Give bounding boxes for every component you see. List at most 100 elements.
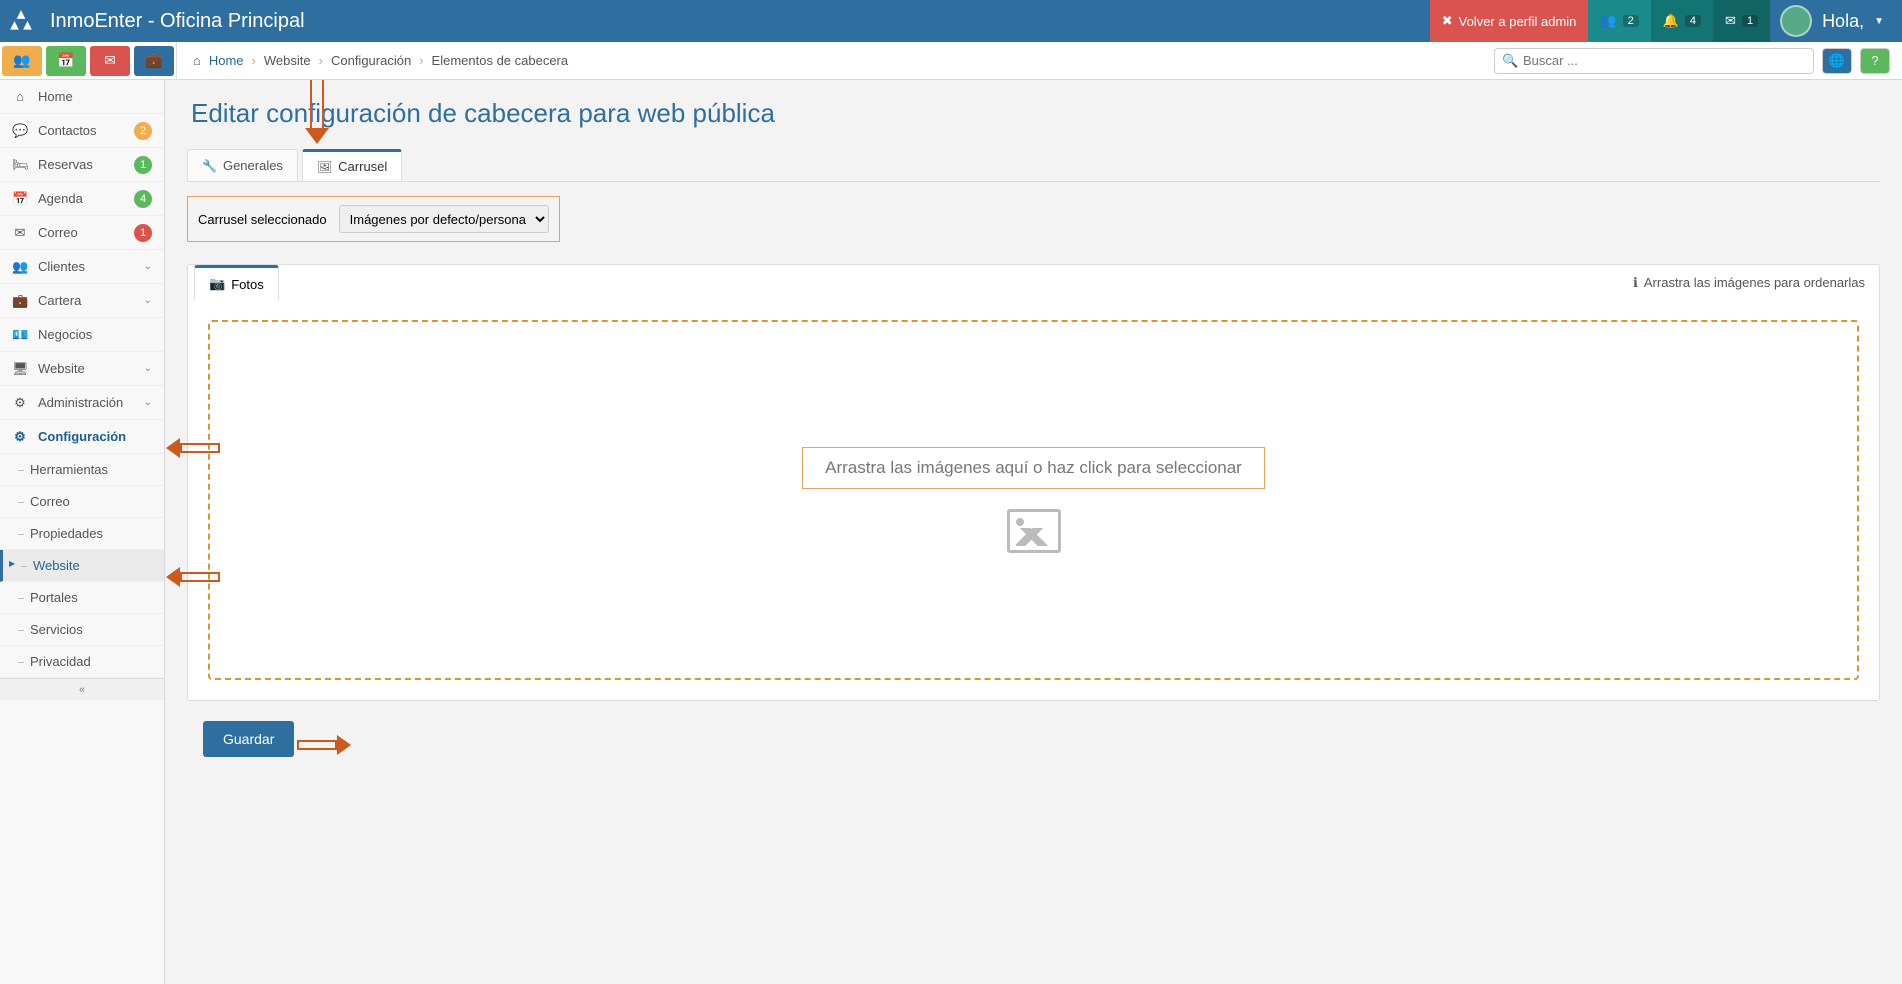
save-button[interactable]: Guardar [203,721,294,757]
user-greeting: Hola, [1822,11,1864,32]
sidebar-item-admin[interactable]: ⚙Administración⌄ [0,386,164,420]
breadcrumb-current: Elementos de cabecera [432,53,569,68]
sidebar-sub-label: Website [33,558,80,573]
quick-buttons: 👥 📅 ✉ 💼 [0,42,176,80]
sidebar-item-label: Administración [38,395,134,410]
breadcrumb-website: Website [264,53,311,68]
sidebar-sub-label: Propiedades [30,526,103,541]
user-menu[interactable]: Hola, ▼ [1770,5,1902,37]
tab-label: Carrusel [338,159,387,174]
sidebar-item-negocios[interactable]: 💶 Negocios [0,318,164,352]
sidebar-item-agenda[interactable]: 📅Agenda4 [0,182,164,216]
money-icon: 💶 [12,327,28,343]
back-to-admin-label: Volver a perfil admin [1459,14,1577,29]
image-placeholder-icon [1007,509,1061,553]
quick-users-button[interactable]: 👥 [2,46,42,76]
fotos-tab[interactable]: 📷 Fotos [194,265,279,300]
carousel-selector-row: Carrusel seleccionado Imágenes por defec… [187,196,560,242]
mail-icon: ✉ [12,225,28,241]
close-icon: ✖ [1442,13,1453,29]
help-button[interactable]: ? [1860,48,1890,74]
sidebar-sub-portales[interactable]: Portales [0,582,164,614]
badge: 1 [134,224,152,242]
chevron-down-icon: ▼ [1874,16,1884,27]
breadcrumb-config: Configuración [331,53,411,68]
home-icon: ⌂ [12,89,28,104]
users-icon: 👥 [12,259,28,275]
sidebar-item-cartera[interactable]: 💼Cartera⌄ [0,284,164,318]
tab-label: Fotos [231,277,264,292]
topbar: InmoEnter - Oficina Principal ✖ Volver a… [0,0,1902,42]
camera-icon: 📷 [209,276,225,292]
sidebar-item-label: Website [38,361,134,376]
dropzone-text: Arrastra las imágenes aquí o haz click p… [802,447,1265,489]
badge: 1 [134,156,152,174]
sidebar-item-home[interactable]: ⌂Home [0,80,164,114]
mail-icon: ✉ [1725,13,1736,29]
chat-icon: 💬 [12,123,28,139]
wrench-icon: 🔧 [202,159,217,173]
calendar-icon: 📅 [57,52,74,69]
sidebar-item-label: Agenda [38,191,124,206]
topbar-users-button[interactable]: 👥 2 [1588,0,1650,42]
back-to-admin-button[interactable]: ✖ Volver a perfil admin [1430,0,1589,42]
topbar-notifications-button[interactable]: 🔔 4 [1651,0,1713,42]
sidebar-item-reservas[interactable]: 🛏 Reservas 1 [0,148,164,182]
briefcase-icon: 💼 [12,293,28,309]
sidebar-sub-herramientas[interactable]: Herramientas [0,454,164,486]
monitor-icon: 🖥 [12,361,28,377]
topbar-mail-button[interactable]: ✉ 1 [1713,0,1770,42]
help-icon: ? [1871,53,1878,68]
app-logo [0,0,42,42]
sidebar: ⌂Home 💬Contactos2 🛏Reservas1 📅Agenda4 ✉C… [0,80,165,984]
sidebar-sub-servicios[interactable]: Servicios [0,614,164,646]
image-icon: 🖼 [317,160,332,174]
breadcrumb-home[interactable]: Home [209,53,244,68]
gear-icon: ⚙ [12,429,28,445]
sidebar-item-clientes[interactable]: 👥 Clientes ⌄ [0,250,164,284]
sidebar-sub-website[interactable]: Website [0,550,164,582]
mail-icon: ✉ [104,52,116,69]
sidebar-item-label: Cartera [38,293,134,308]
sidebar-item-label: Clientes [38,259,134,274]
main-content: Editar configuración de cabecera para we… [165,80,1902,984]
sidebar-item-correo[interactable]: ✉Correo1 [0,216,164,250]
sidebar-item-contactos[interactable]: 💬Contactos2 [0,114,164,148]
info-icon: ℹ [1633,275,1638,291]
search-icon: 🔍 [1502,53,1518,69]
quick-calendar-button[interactable]: 📅 [46,46,86,76]
users-badge: 2 [1623,15,1639,27]
sidebar-item-configuracion[interactable]: ⚙Configuración [0,420,164,454]
sidebar-item-label: Negocios [38,327,152,342]
sidebar-sub-correo[interactable]: Correo [0,486,164,518]
page-title: Editar configuración de cabecera para we… [191,98,1880,129]
quick-mail-button[interactable]: ✉ [90,46,130,76]
badge: 4 [134,190,152,208]
tab-generales[interactable]: 🔧 Generales [187,149,298,181]
chevron-down-icon: ⌄ [144,261,152,272]
globe-button[interactable]: 🌐 [1822,48,1852,74]
avatar [1780,5,1812,37]
sidebar-item-label: Reservas [38,157,124,172]
sidebar-sub-label: Herramientas [30,462,108,477]
carousel-select[interactable]: Imágenes por defecto/personalizadas [339,205,549,233]
image-dropzone[interactable]: Arrastra las imágenes aquí o haz click p… [208,320,1859,680]
reorder-hint: ℹ Arrastra las imágenes para ordenarlas [1619,265,1879,300]
sidebar-sub-label: Correo [30,494,70,509]
briefcase-icon: 💼 [145,52,162,69]
sidebar-sub-propiedades[interactable]: Propiedades [0,518,164,550]
photos-panel: 📷 Fotos ℹ Arrastra las imágenes para ord… [187,264,1880,701]
secondbar: 👥 📅 ✉ 💼 ⌂ Home › Website › Configuración… [0,42,1902,80]
sitemap-icon: ⚙ [12,395,28,411]
bed-icon: 🛏 [12,157,28,173]
users-icon: 👥 [13,52,30,69]
sidebar-collapse-button[interactable]: « [0,678,164,700]
users-icon: 👥 [1600,13,1616,29]
sidebar-sub-privacidad[interactable]: Privacidad [0,646,164,678]
quick-briefcase-button[interactable]: 💼 [134,46,174,76]
tab-carrusel[interactable]: 🖼 Carrusel [302,149,402,181]
tab-label: Generales [223,158,283,173]
search-input[interactable] [1494,48,1814,74]
sidebar-item-label: Contactos [38,123,124,138]
sidebar-item-website[interactable]: 🖥Website⌄ [0,352,164,386]
